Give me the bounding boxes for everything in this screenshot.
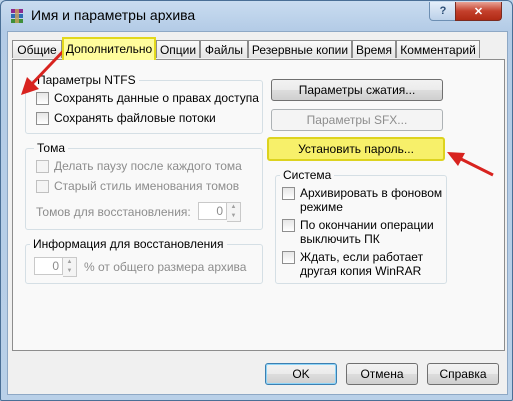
wait-winrar-checkbox[interactable]: Ждать, если работает другая копия WinRAR xyxy=(282,250,423,278)
shutdown-checkbox[interactable]: По окончании операции выключить ПК xyxy=(282,218,434,246)
recovery-percent-label: % от общего размера архива xyxy=(84,260,247,274)
cancel-button[interactable]: Отмена xyxy=(346,363,418,385)
spin-up-icon[interactable]: ▲ xyxy=(227,203,240,212)
set-password-button[interactable]: Установить пароль... xyxy=(267,137,445,161)
tab-advanced[interactable]: Дополнительно xyxy=(62,37,156,60)
recovery-percent-spinner[interactable]: 0 ▲ ▼ xyxy=(34,257,77,277)
tab-files[interactable]: Файлы xyxy=(200,40,248,58)
checkbox-box[interactable] xyxy=(282,219,295,232)
checkbox-label-line2: другая копия WinRAR xyxy=(300,264,422,278)
tab-backup[interactable]: Резервные копии xyxy=(248,40,352,58)
background-archive-checkbox[interactable]: Архивировать в фоновом режиме xyxy=(282,186,442,214)
checkbox-label: Архивировать в фоновом режиме xyxy=(300,186,442,214)
checkbox-label-line2: режиме xyxy=(300,200,343,214)
checkbox-label-line1: Архивировать в фоновом xyxy=(300,186,443,200)
tab-time[interactable]: Время xyxy=(352,40,396,58)
ntfs-streams-checkbox[interactable]: Сохранять файловые потоки xyxy=(36,111,216,125)
tab-strip: Общие Дополнительно Опции Файлы Резервны… xyxy=(8,32,507,62)
tab-comment[interactable]: Комментарий xyxy=(396,40,480,58)
checkbox-label-line1: Ждать, если работает xyxy=(300,250,424,264)
spinner-value[interactable]: 0 xyxy=(198,202,227,220)
title-bar[interactable]: Имя и параметры архива ? ✕ xyxy=(1,1,512,31)
help-title-button[interactable]: ? xyxy=(429,2,457,21)
spinner-arrows[interactable]: ▲ ▼ xyxy=(227,202,241,222)
old-naming-checkbox[interactable]: Старый стиль именования томов xyxy=(36,179,239,193)
checkbox-label: Делать паузу после каждого тома xyxy=(54,159,242,173)
tab-options[interactable]: Опции xyxy=(156,40,200,58)
dialog-client: Общие Дополнительно Опции Файлы Резервны… xyxy=(7,31,508,395)
help-button[interactable]: Справка xyxy=(427,363,499,385)
spinner-arrows[interactable]: ▲ ▼ xyxy=(63,257,77,277)
system-group-title: Система xyxy=(280,168,335,182)
tab-panel-advanced: Параметры NTFS Сохранять данные о правах… xyxy=(12,59,505,351)
close-button[interactable]: ✕ xyxy=(455,2,502,21)
checkbox-label: Старый стиль именования томов xyxy=(54,179,240,193)
checkbox-box[interactable] xyxy=(36,180,49,193)
system-group: Система Архивировать в фоновом режиме По … xyxy=(275,168,447,284)
checkbox-box[interactable] xyxy=(36,160,49,173)
spinner-value[interactable]: 0 xyxy=(34,257,63,275)
checkbox-label: Ждать, если работает другая копия WinRAR xyxy=(300,250,423,278)
spin-down-icon[interactable]: ▼ xyxy=(63,267,76,276)
compression-settings-button[interactable]: Параметры сжатия... xyxy=(271,79,443,101)
recovery-group: Информация для восстановления 0 ▲ ▼ % от… xyxy=(25,237,263,284)
recovery-volumes-spinner[interactable]: 0 ▲ ▼ xyxy=(198,202,241,222)
annotation-arrow-password-icon xyxy=(447,152,494,177)
dialog-window: Имя и параметры архива ? ✕ Общие Дополни… xyxy=(0,0,513,401)
checkbox-label-line1: По окончании операции xyxy=(300,218,434,232)
volumes-group: Тома Делать паузу после каждого тома Ста… xyxy=(25,141,263,230)
ok-button[interactable]: OK xyxy=(265,363,337,385)
spin-up-icon[interactable]: ▲ xyxy=(63,258,76,267)
recovery-volumes-label: Томов для восстановления: xyxy=(36,205,191,219)
volumes-group-title: Тома xyxy=(34,141,68,155)
checkbox-label: Сохранять файловые потоки xyxy=(54,111,216,125)
checkbox-label: Сохранять данные о правах доступа xyxy=(54,91,259,105)
spin-down-icon[interactable]: ▼ xyxy=(227,212,240,221)
window-title: Имя и параметры архива xyxy=(31,7,196,23)
checkbox-label: По окончании операции выключить ПК xyxy=(300,218,434,246)
winrar-icon xyxy=(11,9,23,23)
checkbox-label-line2: выключить ПК xyxy=(300,232,380,246)
checkbox-box[interactable] xyxy=(282,251,295,264)
checkbox-box[interactable] xyxy=(36,112,49,125)
recovery-group-title: Информация для восстановления xyxy=(30,237,227,251)
checkbox-box[interactable] xyxy=(282,187,295,200)
volume-pause-checkbox[interactable]: Делать паузу после каждого тома xyxy=(36,159,242,173)
sfx-settings-button[interactable]: Параметры SFX... xyxy=(271,109,443,131)
